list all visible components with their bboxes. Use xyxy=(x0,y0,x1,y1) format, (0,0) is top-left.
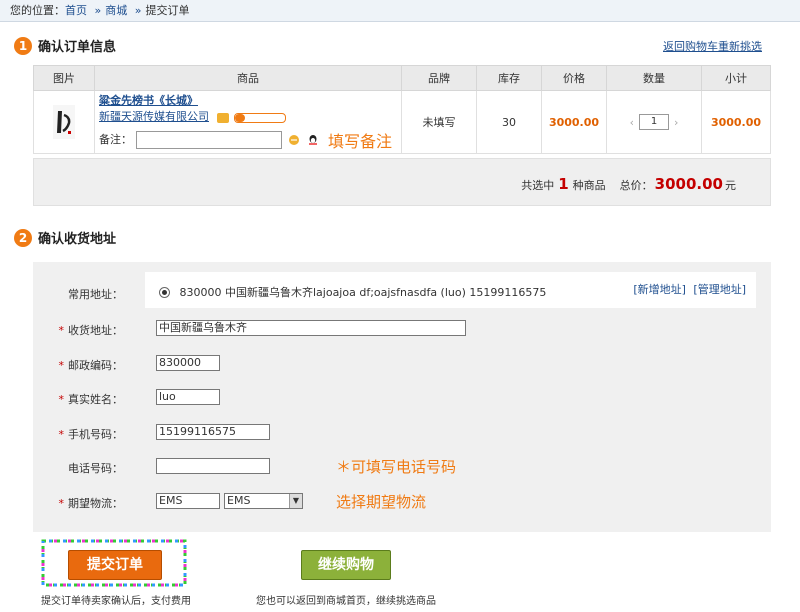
phone-input[interactable] xyxy=(156,458,270,474)
shipping-select-value: EMS xyxy=(227,494,251,507)
table-header-row: 图片 商品 品牌 库存 价格 数量 小计 xyxy=(33,65,771,91)
name-label: * 真实姓名： xyxy=(58,393,124,406)
currency: 元 xyxy=(725,179,736,192)
vendor-level-fill xyxy=(235,113,245,122)
step1-title: 确认订单信息 xyxy=(38,40,117,55)
mobile-label: * 手机号码： xyxy=(58,428,124,441)
col-header-product: 商品 xyxy=(94,65,402,91)
common-address-text: 830000 中国新疆乌鲁木齐lajoajoa df;oajsfnasdfa (… xyxy=(179,286,547,299)
back-to-cart-link[interactable]: 返回购物车重新挑选 xyxy=(663,38,762,54)
breadcrumb: 您的位置：首页 » 商城 » 提交订单 xyxy=(0,0,800,22)
step2-number: 2 xyxy=(14,228,32,247)
step2-title: 确认收货地址 xyxy=(38,232,117,247)
continue-caption: 您也可以返回到商城首页，继续挑选商品 xyxy=(256,596,436,607)
mobile-input[interactable]: 15199116575 xyxy=(156,424,270,440)
brand-cell: 未填写 xyxy=(401,90,477,154)
subtotal-cell: 3000.00 xyxy=(701,90,771,154)
zip-label: * 邮政编码： xyxy=(58,359,124,372)
new-address-link[interactable]: [新增地址] xyxy=(633,283,686,296)
remark-hint: 填写备注 xyxy=(328,132,393,151)
col-header-brand: 品牌 xyxy=(401,65,477,91)
chevron-down-icon[interactable]: ▼ xyxy=(289,494,302,508)
total-price: 3000.00 xyxy=(654,175,723,193)
breadcrumb-current: 提交订单 xyxy=(145,4,190,17)
product-image-cell xyxy=(33,90,95,154)
phone-label: 电话号码： xyxy=(68,462,123,475)
breadcrumb-separator: » xyxy=(134,4,142,17)
zip-input[interactable]: 830000 xyxy=(156,355,220,371)
remark-label: 备注： xyxy=(99,133,132,146)
shipping-label: * 期望物流： xyxy=(58,497,124,510)
chat-icon[interactable] xyxy=(288,134,300,146)
product-image[interactable] xyxy=(53,105,75,139)
quantity-input[interactable]: 1 xyxy=(639,114,669,130)
vendor-link[interactable]: 新疆天源传媒有限公司 xyxy=(99,108,209,124)
order-summary: 共选中 1 种商品 总价： 3000.00 元 xyxy=(33,158,771,206)
breadcrumb-home-link[interactable]: 首页 xyxy=(65,4,87,17)
order-table: 图片 商品 品牌 库存 价格 数量 小计 粱金先榜书《长城》 新疆天源传媒有限公… xyxy=(33,65,771,154)
remark-row: 备注： 填写备注 xyxy=(99,128,400,152)
breadcrumb-mall-link[interactable]: 商城 xyxy=(105,4,127,17)
col-header-quantity: 数量 xyxy=(606,65,702,91)
quantity-cell: ‹ 1 › xyxy=(606,90,702,154)
product-cell: 粱金先榜书《长城》 新疆天源传媒有限公司 备注： 填写备注 xyxy=(94,90,402,154)
vendor-level-bar xyxy=(234,112,286,123)
col-header-subtotal: 小计 xyxy=(701,65,771,91)
col-header-image: 图片 xyxy=(33,65,95,91)
table-row: 粱金先榜书《长城》 新疆天源传媒有限公司 备注： 填写备注 未填写 30 300… xyxy=(33,90,771,154)
shipping-hint: 选择期望物流 xyxy=(336,493,427,511)
address-radio[interactable] xyxy=(159,286,170,298)
address-input[interactable]: 中国新疆乌鲁木齐 xyxy=(156,320,466,336)
col-header-stock: 库存 xyxy=(476,65,542,91)
shipping-select[interactable]: EMS ▼ xyxy=(224,493,303,509)
phone-hint: ＊可填写电话号码 xyxy=(336,458,457,476)
price-cell: 3000.00 xyxy=(541,90,607,154)
summary-text: 共选中 1 种商品 总价： 3000.00 元 xyxy=(521,175,736,193)
submit-caption: 提交订单待卖家确认后，支付费用 xyxy=(41,596,191,607)
name-input[interactable]: luo xyxy=(156,389,220,405)
step1-number: 1 xyxy=(14,36,32,55)
col-header-price: 价格 xyxy=(541,65,607,91)
continue-shopping-button[interactable]: 继续购物 xyxy=(301,550,391,580)
summary-prefix: 共选中 xyxy=(521,179,555,192)
summary-count: 1 xyxy=(558,175,569,193)
address-form: 常用地址： 830000 中国新疆乌鲁木齐lajoajoa df;oajsfna… xyxy=(33,262,771,532)
common-address-panel: 830000 中国新疆乌鲁木齐lajoajoa df;oajsfnasdfa (… xyxy=(145,272,756,308)
remark-input[interactable] xyxy=(135,131,282,149)
manage-address-link[interactable]: [管理地址] xyxy=(693,283,746,296)
qq-icon[interactable] xyxy=(307,134,319,146)
stock-cell: 30 xyxy=(476,90,542,154)
vendor-badges xyxy=(216,111,286,124)
breadcrumb-separator: » xyxy=(94,4,102,17)
shipping-text-input[interactable]: EMS xyxy=(156,493,220,509)
common-address-option[interactable]: 830000 中国新疆乌鲁木齐lajoajoa df;oajsfnasdfa (… xyxy=(159,284,546,300)
addr-label: * 收货地址： xyxy=(58,324,124,337)
chevron-left-icon[interactable]: ‹ xyxy=(630,116,634,129)
handshake-icon xyxy=(216,112,229,123)
address-links: [新增地址] [管理地址] xyxy=(629,281,746,297)
submit-button-frame: 提交订单 xyxy=(40,538,188,588)
chevron-right-icon[interactable]: › xyxy=(674,116,678,129)
common-address-label: 常用地址： xyxy=(68,288,123,301)
breadcrumb-prefix: 您的位置： xyxy=(10,4,65,17)
product-name-link[interactable]: 粱金先榜书《长城》 xyxy=(99,92,400,108)
submit-order-button[interactable]: 提交订单 xyxy=(68,550,162,580)
total-label: 总价： xyxy=(619,179,653,192)
summary-unit: 种商品 xyxy=(572,179,606,192)
step1-heading: 1 确认订单信息 xyxy=(14,36,116,55)
step2-heading: 2 确认收货地址 xyxy=(14,228,116,247)
